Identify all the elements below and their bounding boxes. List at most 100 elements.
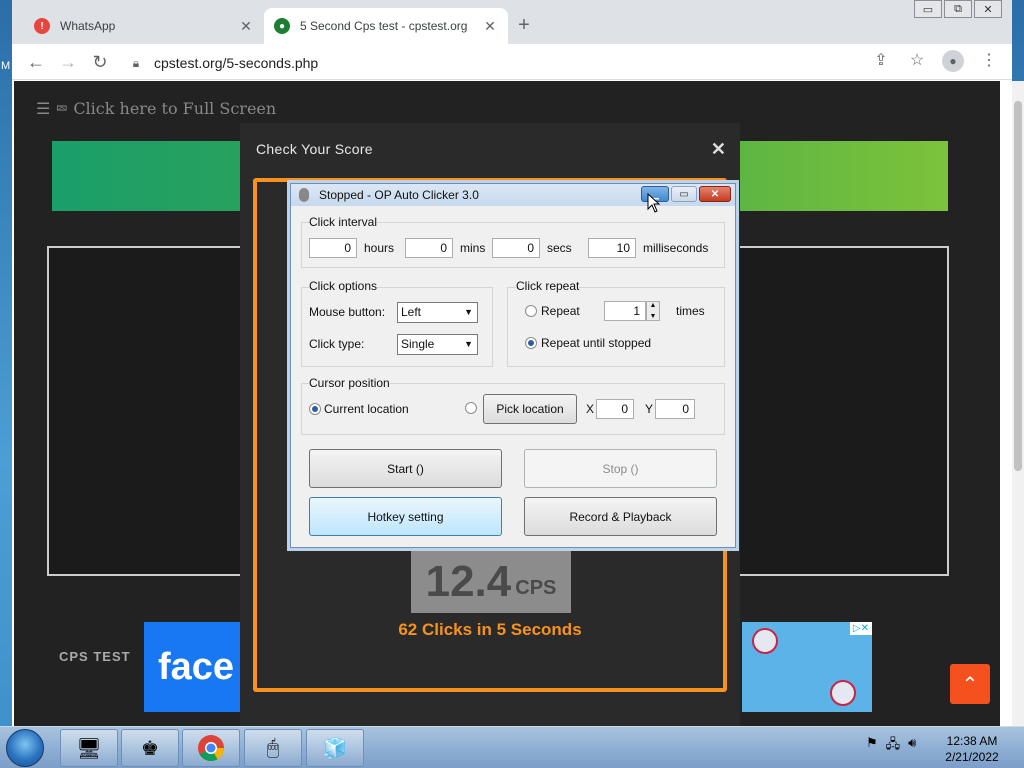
tab-strip: ! WhatsApp ✕ ● 5 Second Cps test - cpste…: [12, 0, 1012, 44]
x-coordinate-field[interactable]: 0: [596, 399, 634, 419]
score-value: 12.4: [425, 557, 512, 606]
stepper-down-icon[interactable]: ▼: [650, 313, 657, 320]
modal-close-icon[interactable]: ✕: [711, 139, 726, 160]
click-type-value: Single: [401, 337, 435, 351]
taskbar: 🖥 ♚ 🖱︎ 🧊 ⚑ 🖧 🔊︎ 12:38 AM 2/21/2022: [0, 726, 1024, 768]
bookmark-star-icon[interactable]: ☆: [906, 50, 928, 72]
tab-close-icon[interactable]: ✕: [238, 18, 254, 35]
volume-icon[interactable]: 🔊︎: [908, 735, 916, 757]
tab-whatsapp[interactable]: ! WhatsApp ✕: [24, 8, 264, 44]
close-window-button[interactable]: ✕: [974, 0, 1002, 18]
forward-arrow-icon[interactable]: →: [56, 50, 80, 74]
click-type-select[interactable]: Single ▼: [397, 334, 478, 355]
dropdown-arrow-icon: ▼: [464, 339, 473, 349]
fullscreen-link[interactable]: ☰ ⮹ Click here to Full Screen: [36, 99, 276, 119]
tab-label: WhatsApp: [60, 19, 116, 33]
click-type-label: Click type:: [309, 337, 365, 351]
mouse-button-select[interactable]: Left ▼: [397, 302, 478, 323]
secs-label: secs: [547, 241, 572, 255]
menu-kebab-icon[interactable]: ⋮: [978, 50, 1000, 72]
current-location-radio[interactable]: [309, 403, 321, 415]
modal-title: Check Your Score: [256, 141, 373, 157]
mouse-cursor-icon: [647, 193, 661, 213]
action-center-icon[interactable]: ⚑: [866, 735, 878, 757]
cpstest-favicon-icon: ●: [274, 18, 290, 34]
back-arrow-icon[interactable]: ←: [24, 50, 48, 74]
dialog-maximize-button[interactable]: ▭: [671, 186, 697, 202]
share-icon[interactable]: ⇪: [870, 50, 892, 72]
ad-banner-right[interactable]: ▷✕: [742, 622, 872, 712]
dropdown-arrow-icon: ▼: [464, 307, 473, 317]
stop-button[interactable]: Stop (): [524, 449, 717, 488]
milliseconds-label: milliseconds: [643, 241, 709, 255]
pick-location-radio[interactable]: [465, 402, 477, 414]
x-label: X: [586, 402, 595, 416]
network-icon[interactable]: 🖧: [886, 735, 901, 757]
record-playback-button[interactable]: Record & Playback: [524, 497, 717, 536]
scrollbar-thumb[interactable]: [1014, 101, 1022, 471]
auto-clicker-window: Stopped - OP Auto Clicker 3.0 ▁ ▭ ✕ Clic…: [290, 183, 736, 548]
reload-icon[interactable]: ↻: [88, 50, 112, 74]
start-button[interactable]: Start (): [309, 449, 502, 488]
cursor-position-label: Cursor position: [309, 376, 390, 390]
url-text: cpstest.org/5-seconds.php: [154, 55, 319, 71]
facebook-ad[interactable]: face: [144, 622, 244, 712]
dialog-close-button[interactable]: ✕: [699, 186, 731, 202]
solitaire-taskbar-icon[interactable]: ♚: [121, 729, 179, 767]
hotkey-setting-button[interactable]: Hotkey setting: [309, 497, 502, 536]
repeat-until-stopped-radio[interactable]: [525, 337, 537, 349]
mouse-button-label: Mouse button:: [309, 305, 386, 319]
secs-field[interactable]: 0: [492, 238, 540, 258]
y-coordinate-field[interactable]: 0: [655, 399, 695, 419]
clock-time: 12:38 AM: [946, 734, 998, 748]
cps-test-label: CPS TEST: [59, 649, 131, 664]
system-clock[interactable]: 12:38 AM 2/21/2022: [932, 733, 1012, 765]
browser-toolbar: ← → ↻ 🔒︎ cpstest.org/5-seconds.php ⇪ ☆ ●…: [12, 44, 1012, 80]
ad-choices-icon[interactable]: ▷✕: [849, 622, 872, 635]
page-scrollbar[interactable]: [1012, 81, 1024, 726]
score-unit: CPS: [515, 576, 557, 599]
new-tab-button[interactable]: +: [512, 14, 536, 37]
mins-label: mins: [460, 241, 486, 255]
repeat-count-stepper[interactable]: ▲ ▼: [646, 301, 660, 321]
mouse-app-icon: [299, 188, 309, 202]
repeat-label: Repeat: [541, 304, 580, 318]
repeat-radio[interactable]: [525, 305, 537, 317]
y-label: Y: [645, 402, 654, 416]
score-summary: 62 Clicks in 5 Seconds: [398, 620, 582, 639]
lock-icon[interactable]: 🔒︎: [124, 56, 148, 71]
click-repeat-label: Click repeat: [516, 279, 580, 293]
start-button[interactable]: [6, 729, 44, 767]
toolbar-actions: ⇪ ☆ ● ⋮: [870, 50, 1000, 72]
dialog-titlebar[interactable]: Stopped - OP Auto Clicker 3.0 ▁ ▭ ✕: [291, 184, 735, 206]
auto-clicker-taskbar-icon[interactable]: 🖱︎: [244, 729, 302, 767]
click-interval-label: Click interval: [309, 215, 378, 229]
app-taskbar-icon[interactable]: 🧊: [306, 729, 364, 767]
maximize-button[interactable]: ⧉: [944, 0, 972, 18]
mins-field[interactable]: 0: [405, 238, 453, 258]
chrome-taskbar-icon[interactable]: [182, 729, 240, 767]
desktop-edge-text: M: [1, 60, 11, 72]
tab-cpstest[interactable]: ● 5 Second Cps test - cpstest.org ✕: [264, 8, 508, 44]
chrome-logo-icon: [198, 735, 225, 762]
computer-taskbar-icon[interactable]: 🖥: [60, 729, 118, 767]
pick-location-button[interactable]: Pick location: [483, 394, 577, 424]
scroll-to-top-button[interactable]: ⌃: [950, 664, 990, 704]
repeat-count-field[interactable]: 1: [604, 301, 646, 321]
milliseconds-field[interactable]: 10: [588, 238, 636, 258]
window-controls: ▭ ⧉ ✕: [912, 0, 1002, 18]
whatsapp-favicon-icon: !: [34, 18, 50, 34]
click-repeat-group: [507, 287, 725, 367]
hours-label: hours: [364, 241, 395, 255]
hours-field[interactable]: 0: [309, 238, 357, 258]
stepper-up-icon[interactable]: ▲: [650, 302, 657, 309]
tab-label: 5 Second Cps test - cpstest.org: [300, 19, 468, 33]
profile-avatar-icon[interactable]: ●: [942, 50, 964, 72]
click-options-label: Click options: [309, 279, 378, 293]
click-options-group: [301, 287, 493, 367]
minimize-button[interactable]: ▭: [914, 0, 942, 18]
tab-close-icon[interactable]: ✕: [482, 18, 498, 35]
clock-date: 2/21/2022: [945, 750, 999, 764]
ad-avatar-icon: [830, 680, 856, 706]
current-location-label: Current location: [324, 402, 409, 416]
